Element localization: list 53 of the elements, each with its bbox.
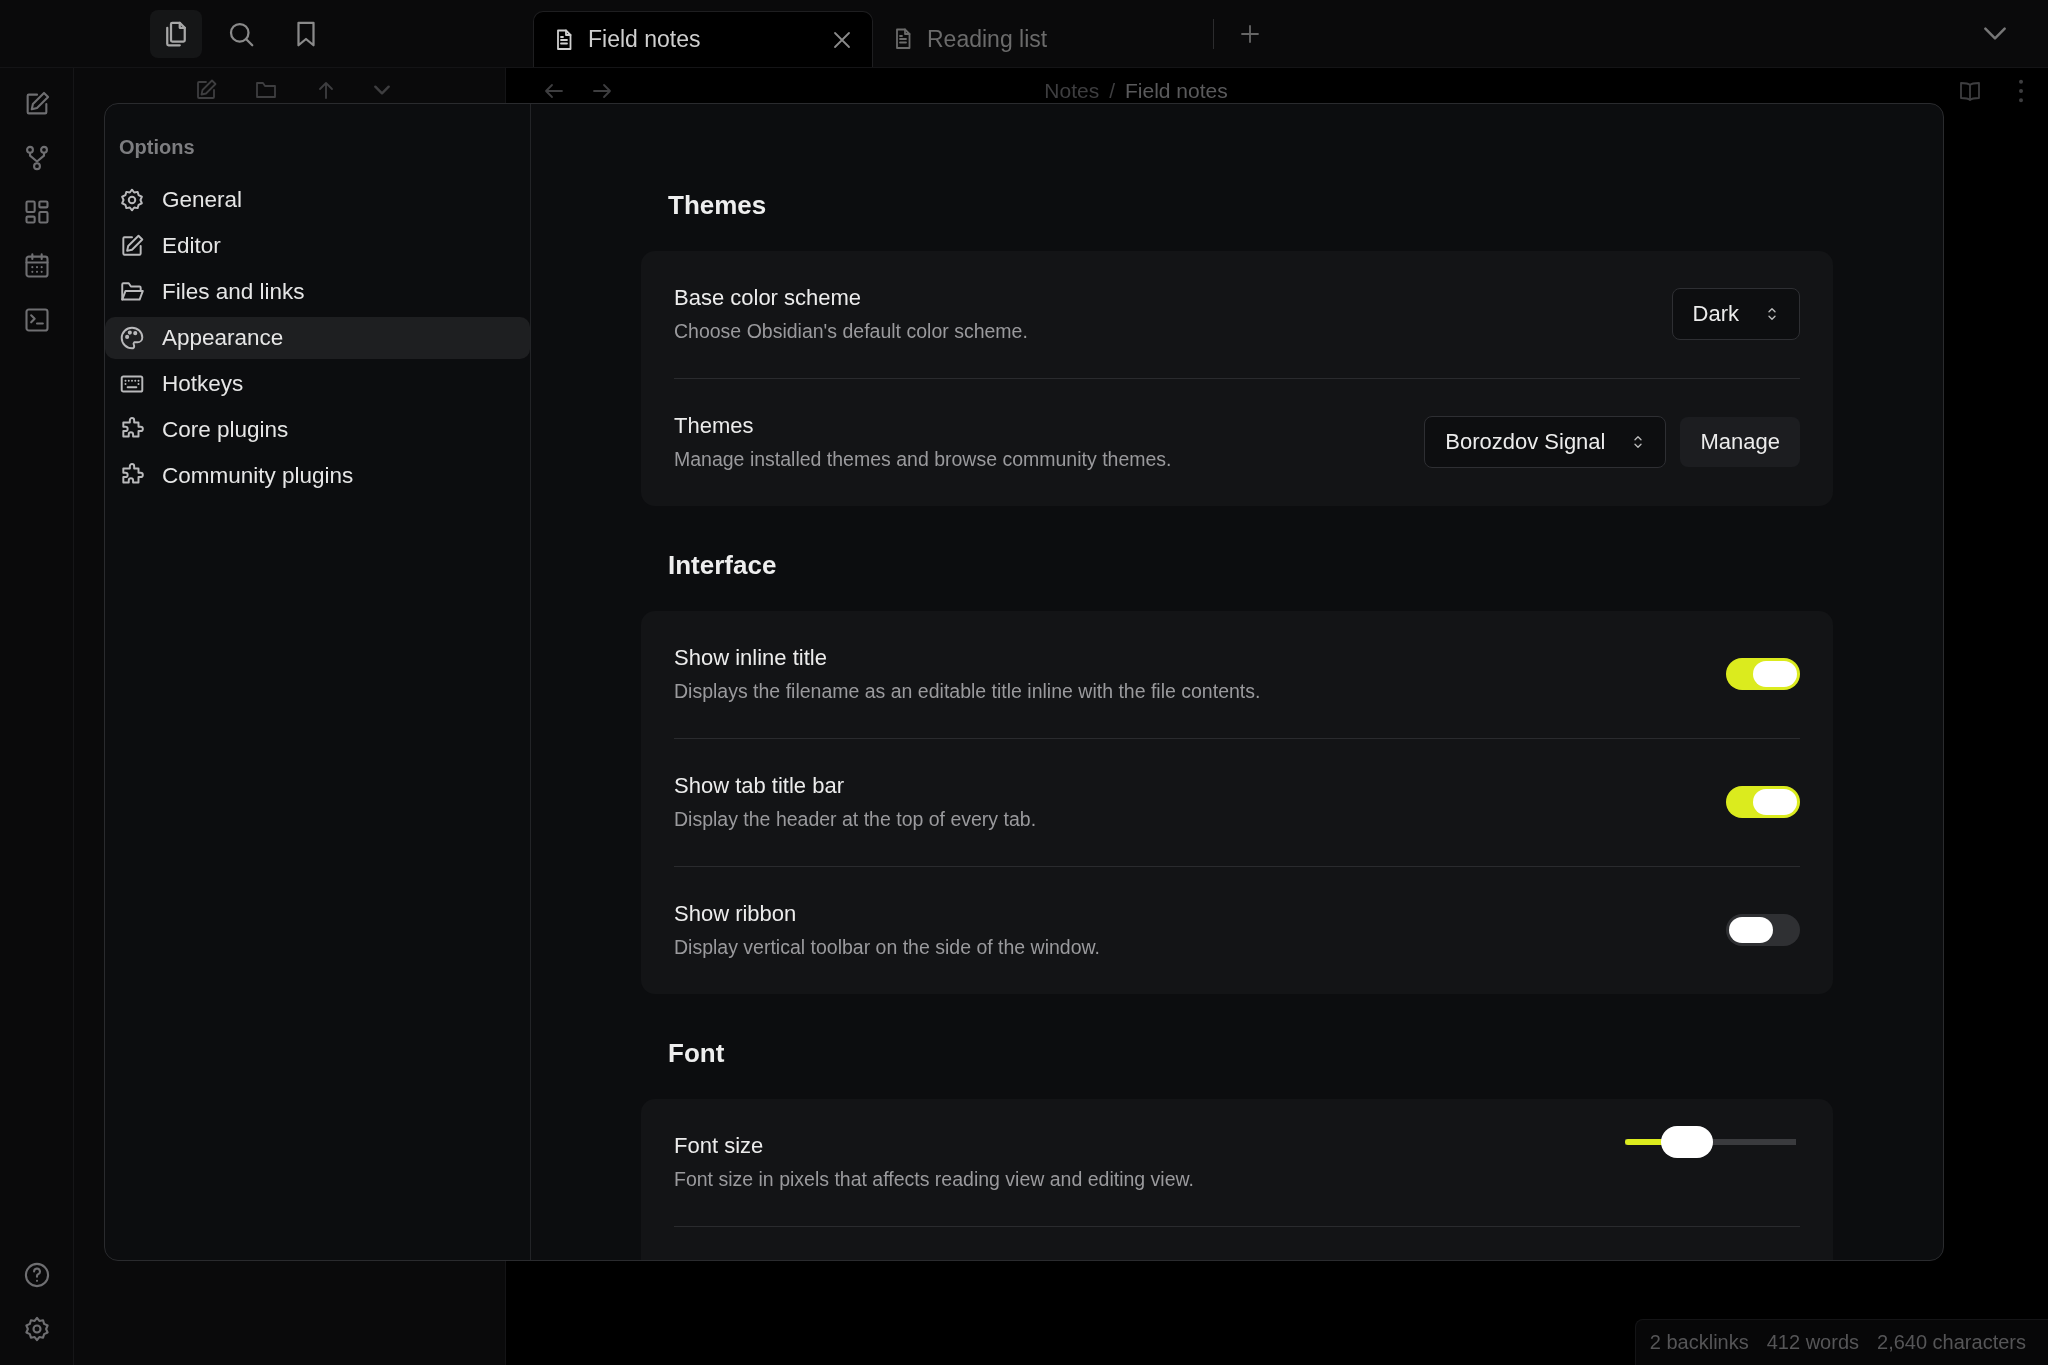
tab[interactable]: Reading list (873, 11, 1213, 67)
setting-description: Manage installed themes and browse community themes. (674, 447, 1173, 472)
toggle-switch[interactable] (1726, 914, 1800, 946)
setting-description: Choose Obsidian's default color scheme. (674, 319, 1029, 344)
setting-name: Show ribbon (674, 900, 798, 928)
manage-button[interactable]: Manage (1680, 417, 1800, 467)
section-title: Themes (667, 189, 768, 222)
settings-icon (119, 187, 145, 213)
sidebar-heading: Options (118, 136, 196, 159)
settings-icon (22, 1315, 51, 1343)
setting-name: Font size (674, 1132, 765, 1160)
sidebar-item[interactable]: Core plugins (105, 409, 530, 451)
edit-icon (119, 233, 145, 259)
new-note-icon (194, 78, 218, 102)
setting-name: Show inline title (674, 644, 828, 672)
book-icon (1958, 79, 1982, 103)
dropdown[interactable]: Dark (1671, 288, 1800, 340)
sidebar-item[interactable]: Hotkeys (105, 363, 530, 405)
section-title: Interface (667, 549, 778, 582)
setting-description: Display the header at the top of every tab. (674, 807, 1038, 832)
sidebar-item[interactable]: General (105, 179, 530, 221)
breadcrumb-separator: / (1109, 79, 1115, 103)
sidebar-item[interactable]: Editor (105, 225, 530, 267)
setting-name: Show tab title bar (674, 772, 845, 800)
help-icon (22, 1261, 51, 1289)
setting-description: Font size in pixels that affects reading view and editing view. (674, 1167, 1195, 1192)
slider-thumb[interactable] (1660, 1126, 1713, 1158)
status-text: 2,640 characters (1877, 1331, 2026, 1354)
chevron-down-icon (374, 85, 390, 95)
status-text: 2 backlinks (1649, 1331, 1749, 1354)
sidebar-item[interactable]: Appearance (105, 317, 530, 359)
setting-name: Themes (674, 412, 755, 440)
status-text: 412 words (1766, 1331, 1859, 1354)
breadcrumb-current: Field notes (1125, 79, 1228, 103)
palette-icon (119, 325, 145, 351)
toggle-switch[interactable] (1726, 786, 1800, 818)
grid-icon (22, 198, 51, 226)
tab[interactable]: Field notes (533, 11, 873, 67)
calendar-icon (22, 252, 51, 280)
tab-label[interactable]: Field notes (588, 26, 818, 53)
toggle-switch[interactable] (1726, 658, 1800, 690)
section-title: Font (667, 1037, 726, 1070)
sidebar-item[interactable]: Files and links (105, 271, 530, 313)
terminal-icon (22, 306, 51, 334)
setting-name: Base color scheme (674, 284, 863, 312)
chevron-down-icon (1984, 27, 2006, 40)
setting-description: Displays the filename as an editable title inline with the file contents. (674, 679, 1262, 704)
more-options-icon (2018, 79, 2024, 103)
sidebar-item[interactable]: Community plugins (105, 455, 530, 497)
files-icon[interactable] (150, 9, 202, 58)
setting-description: Display vertical toolbar on the side of the window. (674, 935, 1101, 960)
tab-label[interactable]: Reading list (927, 25, 1195, 53)
dropdown[interactable]: Borozdov Signal (1424, 416, 1667, 468)
